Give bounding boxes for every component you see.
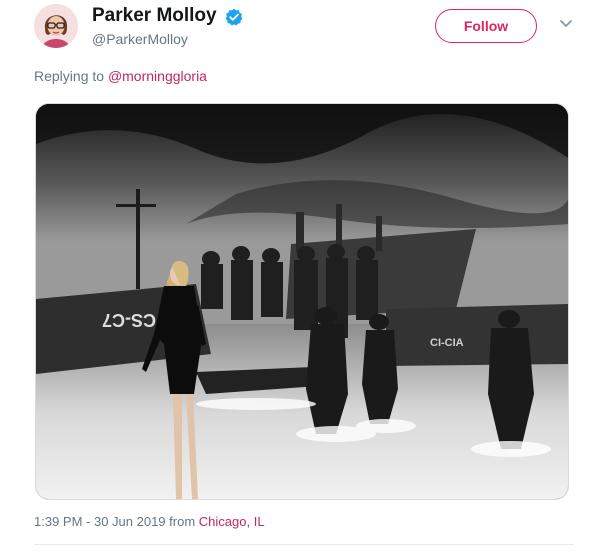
tweet-timestamp: 1:39 PM - 30 Jun 2019 from Chicago, IL: [34, 514, 265, 529]
reply-context: Replying to @morninggloria: [34, 68, 207, 84]
reply-prefix: Replying to: [34, 68, 105, 84]
divider: [34, 544, 574, 545]
avatar[interactable]: [34, 4, 78, 48]
time-text[interactable]: 1:39 PM - 30 Jun 2019 from: [34, 514, 195, 529]
chevron-down-icon[interactable]: [557, 14, 575, 32]
tweet-photo[interactable]: CS-C7 CI-CIA: [35, 103, 569, 500]
author-handle[interactable]: @ParkerMolloy: [92, 31, 188, 47]
author-name[interactable]: Parker Molloy: [92, 5, 217, 26]
follow-button[interactable]: Follow: [435, 9, 537, 43]
tweet-header: Parker Molloy @ParkerMolloy Follow: [0, 0, 600, 60]
hull-marking-left: CS-C7: [102, 310, 156, 330]
hull-marking-right: CI-CIA: [430, 337, 464, 349]
author-name-row[interactable]: Parker Molloy: [92, 5, 243, 27]
reply-to-link[interactable]: @morninggloria: [108, 68, 207, 84]
verified-badge-icon: [225, 8, 243, 26]
location-link[interactable]: Chicago, IL: [199, 514, 265, 529]
